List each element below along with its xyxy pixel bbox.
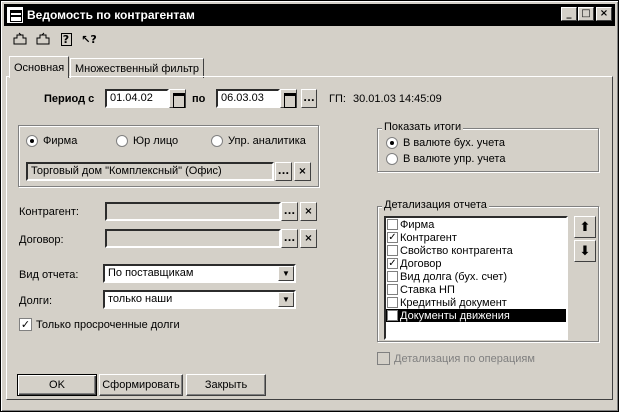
unchecked-box-icon	[387, 245, 398, 256]
report-type-label: Вид отчета:	[19, 269, 79, 281]
unchecked-box-icon	[387, 297, 398, 308]
report-type-select[interactable]: По поставщикам ▼	[103, 264, 296, 283]
radio-mgmt-analytics-dot	[211, 135, 223, 147]
tab-main[interactable]: Основная	[9, 56, 70, 78]
radio-firm[interactable]: Фирма	[26, 135, 77, 147]
app-icon	[7, 7, 23, 23]
window-title: Ведомость по контрагентам	[27, 8, 195, 22]
list-item-selected[interactable]: Документы движения	[386, 309, 566, 322]
close-window-button[interactable]: ×	[596, 7, 612, 21]
move-down-button[interactable]: ⬇	[574, 240, 596, 262]
close-button[interactable]: Закрыть	[186, 374, 266, 396]
counterparty-input[interactable]	[105, 202, 281, 221]
generate-button[interactable]: Сформировать	[99, 374, 183, 396]
radio-totals-accounting[interactable]: В валюте бух. учета	[386, 137, 505, 149]
radio-totals-accounting-dot	[386, 137, 398, 149]
radio-legal-entity-dot	[116, 135, 128, 147]
chevron-down-icon[interactable]: ▼	[278, 292, 294, 307]
unchecked-box-icon	[387, 219, 398, 230]
debts-value: только наши	[108, 293, 173, 305]
contract-select-button[interactable]: ...	[281, 229, 298, 248]
overdue-only-checkbox[interactable]: ✓ Только просроченные долги	[19, 318, 180, 331]
period-label: Период с	[44, 93, 95, 105]
radio-totals-management[interactable]: В валюте упр. учета	[386, 153, 505, 165]
arrow-up-icon: ⬆	[579, 219, 591, 235]
detail-by-operations-checkbox[interactable]: Детализация по операциям	[377, 352, 535, 365]
title-bar[interactable]: Ведомость по контрагентам _ □ ×	[4, 4, 615, 26]
minimize-button[interactable]: _	[561, 7, 577, 21]
gp-value: 30.01.03 14:45:09	[353, 93, 442, 105]
check-icon: ✓	[387, 232, 398, 243]
contract-clear-button[interactable]: ×	[300, 229, 317, 248]
check-icon: ✓	[387, 258, 398, 269]
list-item[interactable]: Свойство контрагента	[386, 244, 566, 257]
contract-label: Договор:	[19, 234, 64, 246]
counterparty-clear-button[interactable]: ×	[300, 202, 317, 221]
unchecked-box-icon	[387, 284, 398, 295]
period-to-label: по	[192, 93, 206, 105]
whats-this-icon[interactable]: ↖?	[80, 30, 98, 48]
counterparty-label: Контрагент:	[19, 206, 79, 218]
entity-select-button[interactable]: ...	[275, 162, 292, 181]
unchecked-box-icon	[377, 352, 390, 365]
chevron-down-icon[interactable]: ▼	[278, 266, 294, 281]
radio-mgmt-analytics[interactable]: Упр. аналитика	[211, 135, 306, 147]
open-icon[interactable]	[11, 30, 29, 48]
unchecked-box-icon	[387, 310, 398, 321]
list-item[interactable]: Ставка НП	[386, 283, 566, 296]
gp-label: ГП:	[329, 93, 346, 105]
list-item[interactable]: Вид долга (бух. счет)	[386, 270, 566, 283]
list-item[interactable]: Фирма	[386, 218, 566, 231]
radio-totals-management-dot	[386, 153, 398, 165]
period-more-button[interactable]: ...	[301, 89, 317, 108]
list-item[interactable]: Кредитный документ	[386, 296, 566, 309]
totals-group	[377, 128, 599, 172]
tab-multi-filter[interactable]: Множественный фильтр	[70, 58, 204, 78]
calendar-from-icon[interactable]	[169, 89, 186, 108]
list-item[interactable]: ✓ Договор	[386, 257, 566, 270]
maximize-button[interactable]: □	[578, 7, 594, 21]
check-icon: ✓	[19, 318, 32, 331]
list-item[interactable]: ✓ Контрагент	[386, 231, 566, 244]
radio-firm-dot	[26, 135, 38, 147]
entity-value-field[interactable]: Торговый дом "Комплексный" (Офис)	[26, 162, 274, 181]
detail-group-title: Детализация отчета	[382, 199, 489, 211]
period-to-input[interactable]: 06.03.03	[216, 89, 280, 108]
radio-legal-entity[interactable]: Юр лицо	[116, 135, 178, 147]
contract-input[interactable]	[105, 229, 281, 248]
detail-listbox[interactable]: Фирма ✓ Контрагент Свойство контрагента ✓…	[384, 216, 568, 340]
help-icon[interactable]: ?	[57, 30, 75, 48]
arrow-down-icon: ⬇	[579, 243, 591, 259]
debts-label: Долги:	[19, 295, 53, 307]
period-from-input[interactable]: 01.04.02	[105, 89, 169, 108]
ok-button[interactable]: OK	[17, 374, 97, 396]
totals-group-title: Показать итоги	[382, 121, 464, 133]
calendar-to-icon[interactable]	[280, 89, 297, 108]
report-type-value: По поставщикам	[108, 267, 194, 279]
move-up-button[interactable]: ⬆	[574, 216, 596, 238]
counterparty-select-button[interactable]: ...	[281, 202, 298, 221]
unchecked-box-icon	[387, 271, 398, 282]
debts-select[interactable]: только наши ▼	[103, 290, 296, 309]
save-icon[interactable]	[34, 30, 52, 48]
entity-clear-button[interactable]: ×	[294, 162, 311, 181]
